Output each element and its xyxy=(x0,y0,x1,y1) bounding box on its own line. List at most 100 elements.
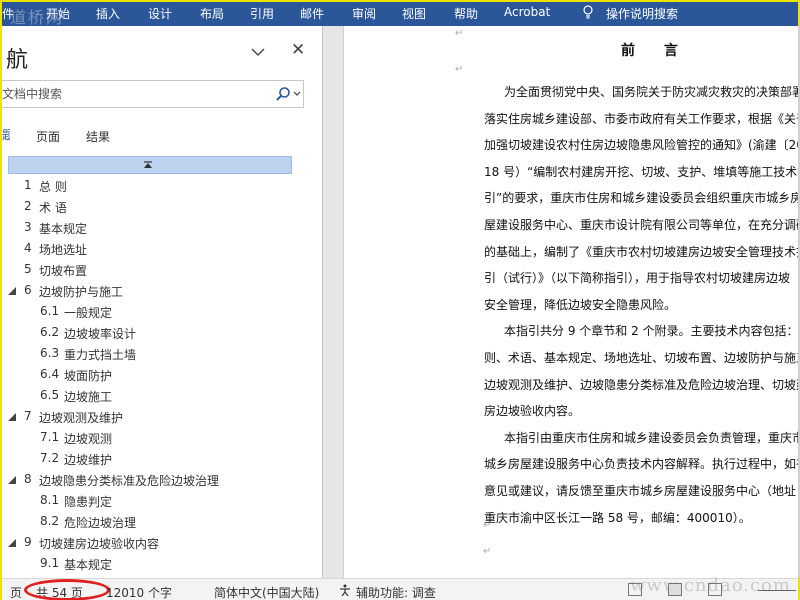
document-page[interactable]: ↵ 前 言 ↵ ↵ ↵ 为全面贯彻党中央、国务院关于防灾减灾救灾的决策部署 落实住… xyxy=(343,26,798,578)
collapse-up-icon xyxy=(144,161,152,168)
document-area: ↵ 前 言 ↵ ↵ ↵ 为全面贯彻党中央、国务院关于防灾减灾救灾的决策部署 落实住… xyxy=(323,26,798,578)
search-options-caret-icon[interactable] xyxy=(293,91,301,97)
status-word-count[interactable]: 12010 个字 xyxy=(106,584,172,600)
outline-item-label: 边坡坡率设计 xyxy=(64,327,137,341)
outline-item[interactable]: 2 术 语 xyxy=(2,197,322,217)
outline-item-number: 6 xyxy=(24,283,32,297)
tell-me-search[interactable]: 操作说明搜索 xyxy=(606,5,678,22)
tab-headings[interactable]: 题 xyxy=(2,126,10,144)
chevron-down-icon[interactable] xyxy=(250,44,266,60)
outline-item[interactable]: 8.2 危险边坡治理 xyxy=(2,512,322,532)
collapse-all-bar[interactable] xyxy=(8,156,292,174)
outline-item[interactable]: 6 边坡防护与施工 xyxy=(2,281,322,301)
document-text-line: 重庆市渝中区长江一路 58 号，邮编：400010）。 xyxy=(484,510,751,525)
document-text-line: 引”的要求，重庆市住房和城乡建设委员会组织重庆市城乡房 xyxy=(484,191,798,206)
status-accessibility[interactable]: 辅助功能: 调查 xyxy=(356,584,436,600)
outline-item-label: 总 则 xyxy=(39,180,67,194)
tab-pages[interactable]: 页面 xyxy=(36,128,60,145)
outline-item-label: 切坡建房边坡验收内容 xyxy=(39,537,160,551)
outline-item[interactable]: 7 边坡观测及维护 xyxy=(2,407,322,427)
tab-acrobat[interactable]: Acrobat xyxy=(504,5,550,19)
outline-item[interactable]: 7.1 边坡观测 xyxy=(2,428,322,448)
tab-layout[interactable]: 布局 xyxy=(200,5,224,22)
outline-item[interactable]: 6.3 重力式挡土墙 xyxy=(2,344,322,364)
outline-item[interactable]: 6.4 坡面防护 xyxy=(2,365,322,385)
expand-triangle-icon[interactable] xyxy=(8,413,16,421)
tab-home[interactable]: 开始 xyxy=(46,5,70,22)
outline-item-number: 7 xyxy=(24,409,32,423)
document-text-line: 意见或建议，请反馈至重庆市城乡房屋建设服务中心（地址： xyxy=(484,484,798,498)
tab-file[interactable]: 件 xyxy=(2,5,14,22)
print-layout-icon[interactable] xyxy=(668,583,682,596)
red-highlight-circle xyxy=(24,579,110,600)
expand-triangle-icon[interactable] xyxy=(8,287,16,295)
outline-item-label: 隐患判定 xyxy=(64,495,113,509)
document-text-line: 则、术语、基本规定、场地选址、切坡布置、边坡防护与施工 xyxy=(484,351,798,365)
outline-item-number: 6.1 xyxy=(40,304,60,318)
zoom-slider[interactable] xyxy=(758,590,796,591)
outline-item-number: 7.1 xyxy=(40,430,60,444)
document-text-line: 引（试行）》（以下简称指引），用于指导农村切坡建房边坡 xyxy=(484,271,791,286)
tab-review[interactable]: 审阅 xyxy=(352,5,376,22)
outline-item-label: 一般规定 xyxy=(64,306,113,320)
outline-item-number: 9.1 xyxy=(40,556,60,570)
outline-item-number: 5 xyxy=(24,262,32,276)
expand-triangle-icon[interactable] xyxy=(8,539,16,547)
status-language[interactable]: 简体中文(中国大陆) xyxy=(214,584,319,600)
document-text-line: 加强切坡建设农村住房边坡隐患风险管控的通知》(渝建〔2021 xyxy=(484,138,798,153)
close-icon[interactable]: ✕ xyxy=(291,40,305,60)
document-text-line: 屋建设服务中心、重庆市设计院有限公司等单位，在充分调研 xyxy=(484,218,798,232)
tab-references[interactable]: 引用 xyxy=(250,5,274,22)
search-input[interactable] xyxy=(2,84,262,104)
expand-triangle-icon[interactable] xyxy=(8,476,16,484)
search-icon[interactable] xyxy=(275,86,291,102)
outline-item[interactable]: 5 切坡布置 xyxy=(2,260,322,280)
outline-item-number: 9 xyxy=(24,535,32,549)
outline-item[interactable]: 6.1 一般规定 xyxy=(2,302,322,322)
paragraph-mark-icon: ↵ xyxy=(455,64,464,75)
outline-item-label: 边坡施工 xyxy=(64,390,113,404)
outline-item-number: 2 xyxy=(24,199,32,213)
tab-results[interactable]: 结果 xyxy=(86,128,110,145)
outline-item-number: 4 xyxy=(24,241,32,255)
outline-item[interactable]: 8.1 隐患判定 xyxy=(2,491,322,511)
document-text-line: 的基础上，编制了《重庆市农村切坡建房边坡安全管理技术指 xyxy=(484,244,798,259)
outline-item-label: 基本规定 xyxy=(64,558,113,572)
document-text-line: 边坡观测及维护、边坡隐患分类标准及危险边坡治理、切坡建 xyxy=(484,377,798,392)
outline-item[interactable]: 3 基本规定 xyxy=(2,218,322,238)
outline-item-label: 边坡防护与施工 xyxy=(39,285,124,299)
document-text-line: 落实住房城乡建设部、市委市政府有关工作要求，根据《关于 xyxy=(484,111,798,126)
document-text-line: 城乡房屋建设服务中心负责技术内容解释。执行过程中，如有 xyxy=(484,457,798,472)
tab-design[interactable]: 设计 xyxy=(148,5,172,22)
paragraph-mark-icon: ↵ xyxy=(455,28,464,39)
outline-item[interactable]: 6.5 边坡施工 xyxy=(2,386,322,406)
tab-view[interactable]: 视图 xyxy=(402,5,426,22)
web-layout-icon[interactable] xyxy=(708,583,722,596)
document-text-line: 安全管理，降低边坡安全隐患风险。 xyxy=(484,297,677,312)
outline-item[interactable]: 1 总 则 xyxy=(2,176,322,196)
outline-item[interactable]: 8 边坡隐患分类标准及危险边坡治理 xyxy=(2,470,322,490)
document-text-line: 18 号）“编制农村建房开挖、切坡、支护、堆填等施工技术指 xyxy=(484,164,798,179)
lightbulb-icon xyxy=(583,5,593,19)
outline-item-label: 坡面防护 xyxy=(64,369,113,383)
outline-item-label: 术 语 xyxy=(39,201,67,215)
outline-item-label: 重力式挡土墙 xyxy=(64,348,137,362)
outline-item[interactable]: 7.2 边坡维护 xyxy=(2,449,322,469)
outline-item-label: 场地选址 xyxy=(39,243,88,257)
document-text-line: 本指引由重庆市住房和城乡建设委员会负责管理，重庆市 xyxy=(504,430,798,445)
document-text-line: 为全面贯彻党中央、国务院关于防灾减灾救灾的决策部署 xyxy=(504,85,798,99)
tab-help[interactable]: 帮助 xyxy=(454,5,478,22)
outline-item[interactable]: 9 切坡建房边坡验收内容 xyxy=(2,533,322,553)
outline-item[interactable]: 6.2 边坡坡率设计 xyxy=(2,323,322,343)
accessibility-icon xyxy=(340,584,350,596)
outline-item-label: 边坡观测及维护 xyxy=(39,411,124,425)
tab-insert[interactable]: 插入 xyxy=(96,5,120,22)
document-heading: 前 言 xyxy=(621,43,690,59)
tab-mailings[interactable]: 邮件 xyxy=(300,5,324,22)
outline-item-number: 8.2 xyxy=(40,514,60,528)
outline-item[interactable]: 9.1 基本规定 xyxy=(2,554,322,574)
outline-item-label: 危险边坡治理 xyxy=(64,516,137,530)
read-mode-icon[interactable] xyxy=(628,583,642,596)
navigation-pane-title: 航 xyxy=(6,48,29,73)
outline-item[interactable]: 4 场地选址 xyxy=(2,239,322,259)
